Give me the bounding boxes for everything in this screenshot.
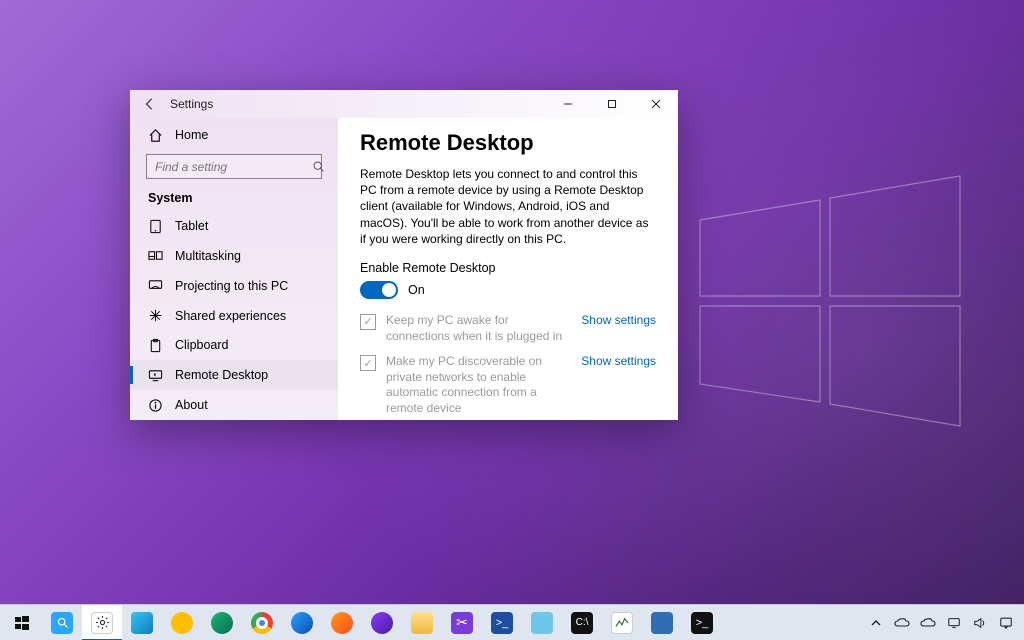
tray-chevron-icon[interactable] — [868, 615, 884, 631]
search-input[interactable] — [155, 160, 312, 174]
shared-experiences-icon — [148, 308, 163, 323]
settings-content: Remote Desktop Remote Desktop lets you c… — [338, 118, 678, 420]
sidebar-item-about[interactable]: About — [130, 390, 338, 420]
taskbar-powershell[interactable]: >_ — [482, 605, 522, 640]
taskbar-search[interactable] — [42, 605, 82, 640]
show-settings-link-1[interactable]: Show settings — [581, 313, 656, 327]
tray-onedrive2-icon[interactable] — [920, 615, 936, 631]
search-box[interactable] — [146, 154, 322, 179]
sidebar-item-label: About — [175, 398, 208, 412]
tray-volume-icon[interactable] — [972, 615, 988, 631]
toggle-state-text: On — [408, 283, 425, 297]
multitasking-icon — [148, 248, 163, 263]
windows-logo-wallpaper — [690, 160, 970, 440]
close-button[interactable] — [634, 90, 678, 118]
sidebar-item-projecting[interactable]: Projecting to this PC — [130, 271, 338, 301]
tablet-icon — [148, 219, 163, 234]
taskbar-chrome[interactable] — [242, 605, 282, 640]
back-button[interactable] — [136, 90, 164, 118]
remote-desktop-icon — [148, 368, 163, 383]
settings-sidebar: Home System Tablet Multitasking — [130, 118, 338, 420]
sidebar-item-label: Remote Desktop — [175, 368, 268, 382]
page-title: Remote Desktop — [360, 130, 656, 156]
sidebar-item-tablet[interactable]: Tablet — [130, 211, 338, 241]
search-icon — [312, 160, 325, 174]
home-label: Home — [175, 128, 208, 142]
tray-onedrive-icon[interactable] — [894, 615, 910, 631]
sidebar-item-label: Multitasking — [175, 249, 241, 263]
sidebar-item-label: Tablet — [175, 219, 208, 233]
titlebar[interactable]: Settings — [130, 90, 678, 118]
tray-network-icon[interactable] — [946, 615, 962, 631]
about-icon — [148, 398, 163, 413]
section-label-system: System — [130, 191, 338, 205]
taskbar: ✂ >_ C:\ >_ — [0, 604, 1024, 640]
taskbar-edge[interactable] — [122, 605, 162, 640]
home-icon — [148, 128, 163, 143]
taskbar-notepad[interactable] — [522, 605, 562, 640]
taskbar-settings[interactable] — [82, 605, 122, 640]
sidebar-item-shared-experiences[interactable]: Shared experiences — [130, 301, 338, 331]
settings-window: Settings Home — [130, 90, 678, 420]
system-tray[interactable] — [860, 615, 1022, 631]
taskbar-control-panel[interactable] — [642, 605, 682, 640]
window-title: Settings — [170, 97, 213, 111]
taskbar-firefox[interactable] — [322, 605, 362, 640]
keep-awake-checkbox[interactable] — [360, 314, 376, 330]
projecting-icon — [148, 278, 163, 293]
taskbar-snip[interactable]: ✂ — [442, 605, 482, 640]
sidebar-item-label: Clipboard — [175, 338, 229, 352]
sidebar-item-multitasking[interactable]: Multitasking — [130, 241, 338, 271]
maximize-button[interactable] — [590, 90, 634, 118]
clipboard-icon — [148, 338, 163, 353]
sidebar-item-clipboard[interactable]: Clipboard — [130, 331, 338, 361]
show-settings-link-2[interactable]: Show settings — [581, 354, 656, 368]
discoverable-checkbox[interactable] — [360, 355, 376, 371]
taskbar-firefox-nightly[interactable] — [362, 605, 402, 640]
taskbar-cmd[interactable]: C:\ — [562, 605, 602, 640]
start-button[interactable] — [2, 605, 42, 640]
home-nav[interactable]: Home — [130, 122, 338, 148]
sidebar-item-label: Projecting to this PC — [175, 279, 288, 293]
taskbar-file-explorer[interactable] — [402, 605, 442, 640]
tray-action-center-icon[interactable] — [998, 615, 1014, 631]
desktop-wallpaper: Settings Home — [0, 0, 1024, 640]
enable-remote-desktop-label: Enable Remote Desktop — [360, 261, 656, 275]
taskbar-task-manager[interactable] — [602, 605, 642, 640]
sidebar-item-remote-desktop[interactable]: Remote Desktop — [130, 360, 338, 390]
keep-awake-label: Keep my PC awake for connections when it… — [386, 313, 571, 344]
enable-remote-desktop-toggle[interactable] — [360, 281, 398, 299]
sidebar-item-label: Shared experiences — [175, 309, 286, 323]
taskbar-terminal[interactable]: >_ — [682, 605, 722, 640]
discoverable-label: Make my PC discoverable on private netwo… — [386, 354, 571, 416]
taskbar-chrome-canary[interactable] — [162, 605, 202, 640]
taskbar-edge-dev[interactable] — [202, 605, 242, 640]
taskbar-firefox-dev[interactable] — [282, 605, 322, 640]
page-description: Remote Desktop lets you connect to and c… — [360, 166, 656, 247]
minimize-button[interactable] — [546, 90, 590, 118]
